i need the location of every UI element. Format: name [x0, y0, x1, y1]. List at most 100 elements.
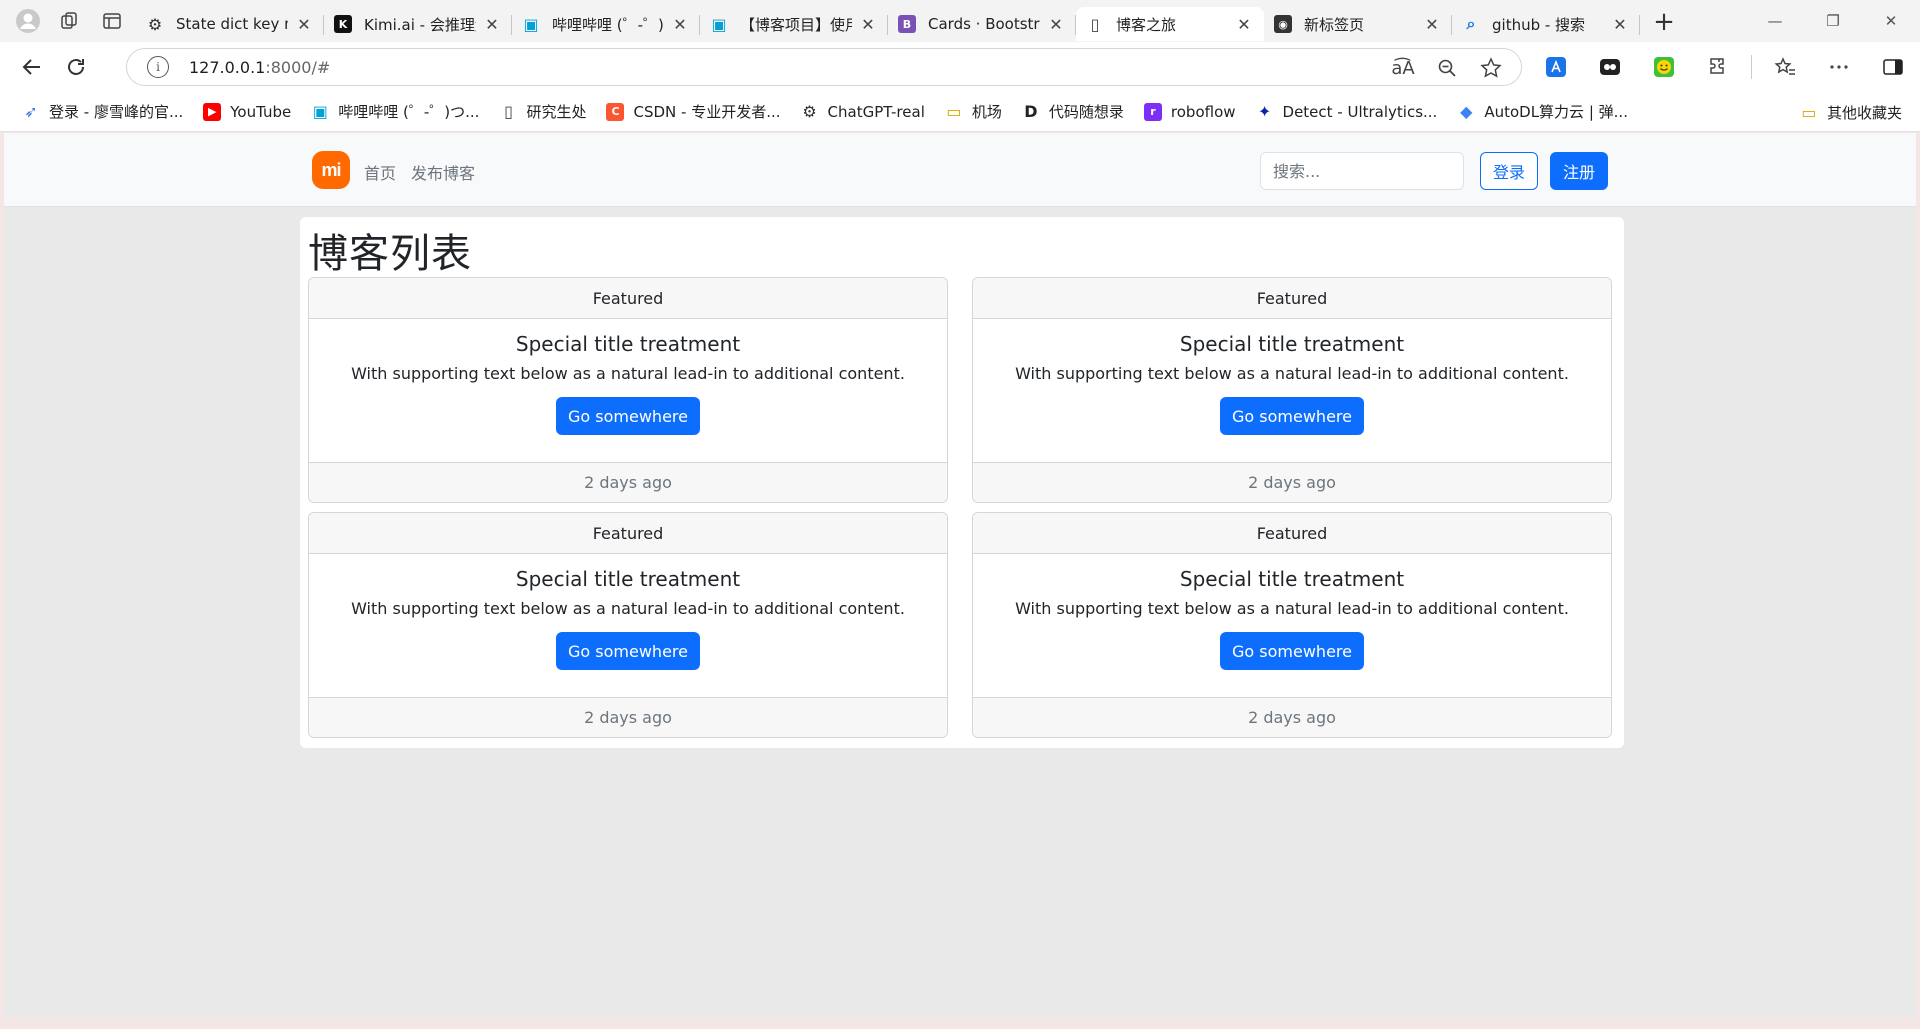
extensions-puzzle-icon[interactable] [1697, 49, 1739, 85]
bookmark-item[interactable]: r roboflow [1134, 97, 1246, 127]
browser-tab[interactable]: K Kimi.ai - 会推理解 ✕ [324, 7, 512, 41]
code-icon: D [1024, 102, 1038, 121]
read-aloud-icon[interactable]: a͡A [1381, 49, 1425, 87]
login-button[interactable]: 登录 [1480, 152, 1538, 190]
favorite-star-icon[interactable] [1469, 49, 1513, 87]
sidebar-toggle-icon[interactable] [1872, 49, 1914, 85]
browser-tab[interactable]: ⚙ State dict key mi ✕ [136, 7, 324, 41]
close-tab-icon[interactable]: ✕ [1422, 14, 1442, 34]
bookmark-item[interactable]: ▣ 哔哩哔哩 (゜-゜)つ... [301, 97, 489, 127]
back-button[interactable] [12, 47, 52, 87]
nav-link-home[interactable]: 首页 [364, 160, 396, 184]
bookmark-label: 研究生处 [526, 103, 587, 121]
tab-title: 新标签页 [1304, 15, 1365, 34]
card-footer: 2 days ago [973, 697, 1611, 737]
extension-tabs-icon[interactable] [1589, 49, 1631, 85]
bookmark-label: YouTube [230, 102, 292, 121]
blog-list-container: 博客列表 Featured Special title treatment With… [300, 217, 1624, 748]
profile-button[interactable] [10, 5, 46, 37]
search-icon: ⌕ [1466, 14, 1476, 33]
more-options-icon[interactable] [1818, 49, 1860, 85]
bookmark-item[interactable]: ➶ 登录 - 廖雪峰的官... [12, 97, 193, 127]
address-bar[interactable]: i 127.0.0.1:8000/# a͡A [126, 48, 1522, 86]
new-tab-button[interactable]: + [1646, 6, 1682, 38]
card-text: With supporting text below as a natural … [351, 364, 905, 383]
minimize-button[interactable]: — [1746, 0, 1804, 42]
page-icon: ▯ [1090, 14, 1100, 34]
extension-smiley-icon[interactable] [1643, 49, 1685, 85]
card-footer: 2 days ago [309, 697, 947, 737]
bookmark-item[interactable]: D 代码随想录 [1012, 97, 1134, 127]
bookmark-label: 哔哩哔哩 (゜-゜)つ... [338, 103, 480, 121]
go-somewhere-button[interactable]: Go somewhere [556, 632, 700, 670]
site-info-icon[interactable]: i [147, 56, 169, 78]
card-text: With supporting text below as a natural … [1015, 599, 1569, 618]
card-title: Special title treatment [1179, 567, 1405, 591]
card-title: Special title treatment [515, 567, 741, 591]
extension-translate-icon[interactable] [1535, 49, 1577, 85]
register-button[interactable]: 注册 [1550, 152, 1608, 190]
close-tab-icon[interactable]: ✕ [1610, 14, 1630, 34]
blog-card: Featured Special title treatment With supp… [308, 512, 948, 738]
page-viewport: mi 首页 发布博客 登录 注册 博客列表 FeaturedSpecial ti… [4, 133, 1916, 1017]
rocket-icon: ➶ [24, 102, 38, 121]
browser-tab[interactable]: B Cards · Bootstrap ✕ [888, 7, 1076, 41]
browser-tab[interactable]: ◉ 新标签页 ✕ [1264, 7, 1452, 41]
autodl-icon: ◆ [1460, 102, 1473, 121]
go-somewhere-button[interactable]: Go somewhere [1220, 397, 1364, 435]
restore-button[interactable]: ❐ [1804, 0, 1862, 42]
bilibili-icon: ▣ [711, 14, 727, 34]
close-tab-icon[interactable]: ✕ [1046, 14, 1066, 34]
address-url[interactable]: 127.0.0.1:8000/# [189, 58, 330, 77]
reload-button[interactable] [56, 47, 96, 87]
card-text: With supporting text below as a natural … [351, 599, 905, 618]
close-tab-icon[interactable]: ✕ [294, 14, 314, 34]
bilibili-icon: ▣ [312, 102, 328, 121]
tab-actions-button[interactable] [94, 5, 130, 37]
chatgpt-icon: ⚙ [147, 14, 163, 34]
tab-actions-icon [103, 13, 121, 29]
bookmark-item[interactable]: ▯ 研究生处 [489, 97, 596, 127]
card-body: Special title treatment With supporting t… [309, 319, 947, 462]
roboflow-icon: r [1143, 102, 1162, 121]
other-favorites-label: 其他收藏夹 [1826, 103, 1902, 122]
blog-card: Featured Special title treatment With supp… [972, 512, 1612, 738]
browser-tab[interactable]: ⌕ github - 搜索 ✕ [1452, 7, 1640, 41]
go-somewhere-button[interactable]: Go somewhere [1220, 632, 1364, 670]
favorites-icon[interactable] [1764, 49, 1806, 85]
csdn-icon: C [606, 102, 625, 121]
zoom-out-icon[interactable] [1425, 49, 1469, 87]
bookmark-item[interactable]: ✦ Detect - Ultralytics... [1246, 97, 1448, 127]
close-tab-icon[interactable]: ✕ [1234, 14, 1254, 34]
workspaces-button[interactable] [52, 5, 88, 37]
site-navbar: mi 首页 发布博客 登录 注册 [4, 133, 1916, 207]
close-tab-icon[interactable]: ✕ [858, 14, 878, 34]
close-tab-icon[interactable]: ✕ [670, 14, 690, 34]
nav-link-publish[interactable]: 发布博客 [411, 160, 475, 184]
browser-tab[interactable]: ▯ 博客之旅 ✕ [1076, 7, 1264, 41]
bookmark-label: ChatGPT-real [827, 102, 925, 121]
brand-logo[interactable]: mi [312, 151, 350, 189]
go-somewhere-button[interactable]: Go somewhere [556, 397, 700, 435]
browser-tab[interactable]: ▣ 【博客项目】使用 ✕ [700, 7, 888, 41]
close-window-button[interactable]: ✕ [1862, 0, 1920, 42]
bookmark-item[interactable]: ◆ AutoDL算力云 | 弹... [1447, 97, 1638, 127]
toolbar-separator [1751, 55, 1752, 79]
address-bar-actions: a͡A [1381, 49, 1513, 87]
bookmark-item[interactable]: ⚙ ChatGPT-real [791, 97, 935, 127]
card-body: Special title treatment With supporting t… [309, 554, 947, 697]
page-title: 博客列表 [308, 231, 472, 277]
bookmark-item[interactable]: ▶ YouTube [193, 97, 301, 127]
card-title: Special title treatment [515, 332, 741, 356]
search-input[interactable] [1260, 152, 1464, 190]
bookmark-item[interactable]: ▭ 机场 [935, 97, 1012, 127]
close-tab-icon[interactable]: ✕ [482, 14, 502, 34]
other-favorites-folder[interactable]: ▭ 其他收藏夹 [1790, 97, 1912, 127]
window-controls: — ❐ ✕ [1746, 0, 1920, 42]
browser-tab[interactable]: ▣ 哔哩哔哩 (゜-゜) ✕ [512, 7, 700, 41]
bookmark-item[interactable]: C CSDN - 专业开发者... [596, 97, 790, 127]
card-header: Featured [309, 513, 947, 554]
bookmark-label: 机场 [971, 103, 1002, 121]
folder-icon: ▭ [946, 102, 962, 121]
bookmark-label: Detect - Ultralytics... [1282, 102, 1438, 121]
